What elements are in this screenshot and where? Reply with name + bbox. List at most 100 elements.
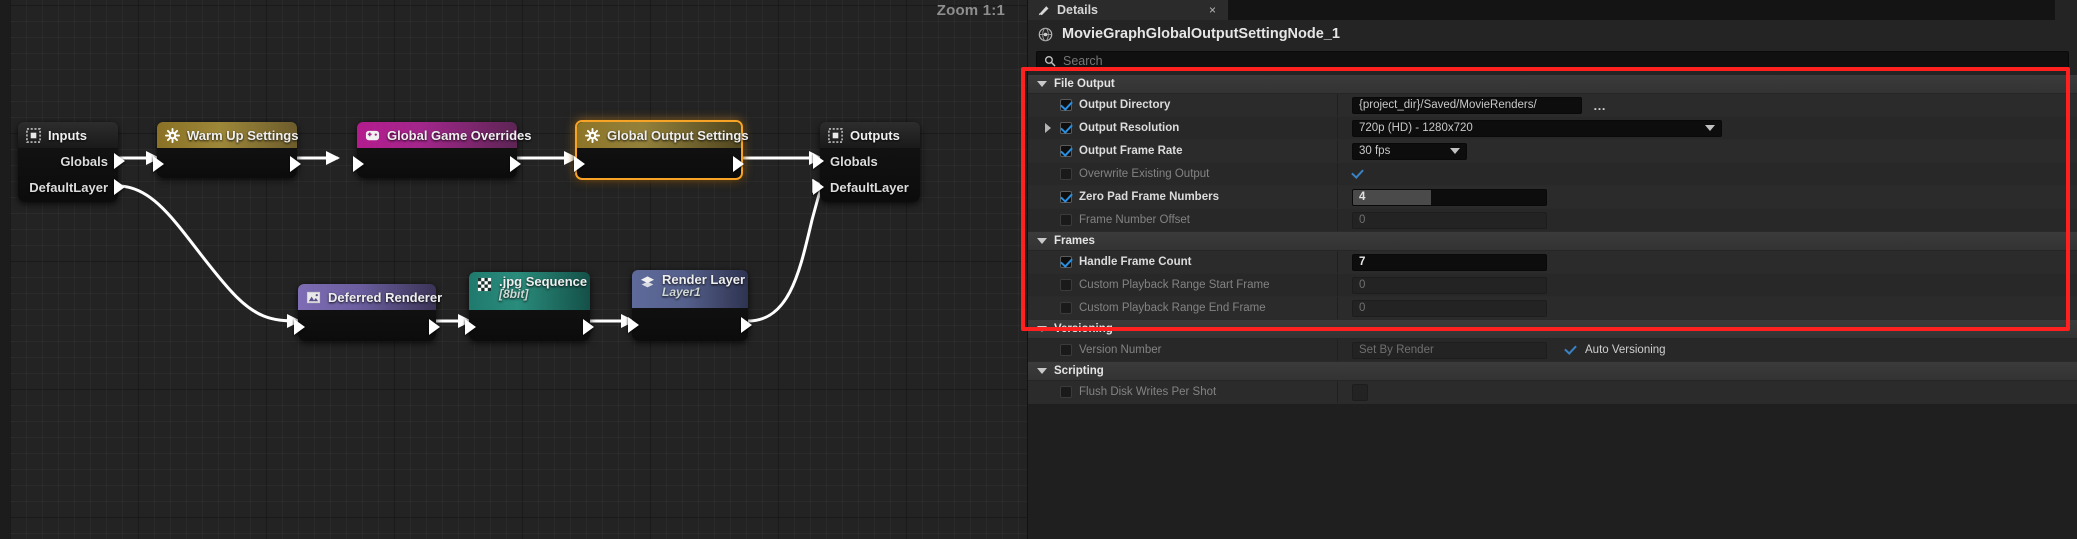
graph-node-warm-up-settings[interactable]: Warm Up Settings [153, 122, 301, 178]
node-title: Inputs [48, 127, 87, 143]
property-enable-checkbox[interactable] [1060, 386, 1072, 398]
property-row-overwrite-existing-output[interactable]: Overwrite Existing Output [1028, 163, 2077, 186]
property-enable-checkbox[interactable] [1060, 214, 1072, 226]
property-row-custom-playback-range-start-frame[interactable]: Custom Playback Range Start Frame 0 [1028, 274, 2077, 297]
node-header: .jpg Sequence [8bit] [469, 272, 590, 310]
chevron-down-icon[interactable] [1037, 368, 1047, 374]
property-name: Flush Disk Writes Per Shot [1079, 386, 1217, 398]
tab-details[interactable]: Details × [1028, 0, 1228, 20]
node-pin-row[interactable]: Globals [18, 148, 125, 174]
flush-disk-writes-per-shot-checkbox[interactable] [1352, 383, 1368, 401]
expander-slot[interactable] [1042, 123, 1053, 133]
browse-directory-button[interactable]: … [1590, 99, 1610, 112]
node-pin-row[interactable]: DefaultLayer [18, 174, 125, 200]
selected-object-row: MovieGraphGlobalOutputSettingNode_1 [1028, 20, 2077, 48]
output-pin-icon[interactable] [583, 319, 594, 335]
node-header: Render Layer Layer1 [632, 270, 748, 308]
graph-node-inputs[interactable]: Inputs Globals DefaultLayer [18, 122, 125, 202]
node-header: Inputs [18, 122, 118, 148]
property-name: Custom Playback Range Start Frame [1079, 279, 1270, 291]
property-row-handle-frame-count[interactable]: Handle Frame Count 7 [1028, 251, 2077, 274]
gamepad-icon [365, 128, 380, 143]
node-graph-canvas[interactable]: Zoom 1:1 Inputs Globals DefaultLayer War… [0, 0, 1027, 539]
close-icon[interactable]: × [1209, 3, 1216, 17]
property-row-frame-number-offset[interactable]: Frame Number Offset 0 [1028, 209, 2077, 232]
output-pin-icon[interactable] [290, 156, 301, 172]
output-pin-icon[interactable] [114, 179, 125, 195]
search-icon [1044, 55, 1056, 67]
node-header: Warm Up Settings [157, 122, 298, 148]
graph-node-jpg-sequence[interactable]: .jpg Sequence [8bit] [465, 272, 594, 341]
property-row-version-number[interactable]: Version Number Set By Render Auto Versio… [1028, 339, 2077, 362]
graph-node-render-layer[interactable]: Render Layer Layer1 [628, 270, 752, 341]
category-frames[interactable]: Frames [1028, 232, 2077, 251]
node-pin-row[interactable]: Globals [813, 148, 920, 174]
input-pin-icon[interactable] [574, 156, 585, 172]
property-enable-checkbox[interactable] [1060, 344, 1072, 356]
property-enable-checkbox[interactable] [1060, 256, 1072, 268]
input-pin-icon[interactable] [294, 319, 305, 335]
property-row-output-directory[interactable]: Output Directory {project_dir}/Saved/Mov… [1028, 94, 2077, 117]
property-row-flush-disk-writes-per-shot[interactable]: Flush Disk Writes Per Shot [1028, 381, 2077, 404]
graph-node-outputs[interactable]: Outputs Globals DefaultLayer [813, 122, 920, 202]
chevron-down-icon[interactable] [1037, 238, 1047, 244]
output-resolution-dropdown[interactable]: 720p (HD) - 1280x720 [1352, 119, 1722, 137]
output-directory-field[interactable]: {project_dir}/Saved/MovieRenders/ [1352, 96, 1582, 114]
property-enable-checkbox[interactable] [1060, 302, 1072, 314]
zero-pad-frame-numbers-slider[interactable]: 4 [1352, 188, 1547, 206]
node-pin-row[interactable]: DefaultLayer [813, 174, 920, 200]
chevron-right-icon[interactable] [1044, 123, 1051, 133]
handle-frame-count-field[interactable]: 7 [1352, 253, 1547, 271]
version-number-field[interactable]: Set By Render [1352, 341, 1547, 359]
panel-tab-bar: Details × [1028, 0, 2077, 20]
input-pin-icon[interactable] [628, 317, 639, 333]
node-body: Globals DefaultLayer [18, 148, 125, 200]
property-value-cell: 0 [1338, 297, 2077, 319]
custom-playback-range-end-frame-field[interactable]: 0 [1352, 299, 1547, 317]
overwrite-existing-output-checkbox[interactable] [1352, 168, 1364, 180]
input-pin-icon[interactable] [813, 179, 824, 195]
output-pin-icon[interactable] [429, 319, 440, 335]
output-pin-icon[interactable] [510, 156, 521, 172]
property-row-custom-playback-range-end-frame[interactable]: Custom Playback Range End Frame 0 [1028, 297, 2077, 320]
property-enable-checkbox[interactable] [1060, 279, 1072, 291]
custom-playback-range-start-frame-field[interactable]: 0 [1352, 276, 1547, 294]
property-value-cell: 30 fps [1338, 140, 2077, 162]
category-scripting[interactable]: Scripting [1028, 362, 2077, 381]
input-pin-icon[interactable] [353, 156, 364, 172]
property-enable-checkbox[interactable] [1060, 168, 1072, 180]
category-file-output[interactable]: File Output [1028, 75, 2077, 94]
property-enable-checkbox[interactable] [1060, 122, 1072, 134]
property-name: Custom Playback Range End Frame [1079, 302, 1266, 314]
output-frame-rate-dropdown[interactable]: 30 fps [1352, 142, 1467, 160]
property-row-zero-pad-frame-numbers[interactable]: Zero Pad Frame Numbers 4 [1028, 186, 2077, 209]
category-label: Frames [1054, 235, 1095, 247]
property-row-output-resolution[interactable]: Output Resolution 720p (HD) - 1280x720 [1028, 117, 2077, 140]
search-input[interactable]: Search [1036, 51, 2069, 71]
frame-number-offset-field[interactable]: 0 [1352, 211, 1547, 229]
auto-versioning-checkbox[interactable] [1565, 344, 1577, 356]
node-header: Outputs [820, 122, 920, 148]
graph-node-deferred-renderer[interactable]: Deferred Renderer [294, 284, 442, 341]
chevron-down-icon [1450, 148, 1460, 154]
output-pin-icon[interactable] [733, 156, 744, 172]
panel-menu-button[interactable] [2055, 0, 2077, 20]
input-pin-icon[interactable] [153, 156, 164, 172]
input-pin-icon[interactable] [813, 153, 824, 169]
property-enable-checkbox[interactable] [1060, 99, 1072, 111]
output-pin-icon[interactable] [741, 317, 752, 333]
category-versioning[interactable]: Versioning [1028, 320, 2077, 339]
graph-node-global-output-settings[interactable]: Global Output Settings [574, 120, 749, 180]
property-name: Overwrite Existing Output [1079, 168, 1210, 180]
property-enable-checkbox[interactable] [1060, 191, 1072, 203]
property-label-cell: Output Resolution [1028, 117, 1338, 139]
property-enable-checkbox[interactable] [1060, 145, 1072, 157]
property-value-cell [1338, 163, 2077, 185]
output-pin-icon[interactable] [114, 153, 125, 169]
property-list: File Output Output Directory {project_di… [1028, 75, 2077, 404]
input-pin-icon[interactable] [465, 319, 476, 335]
property-row-output-frame-rate[interactable]: Output Frame Rate 30 fps [1028, 140, 2077, 163]
chevron-down-icon[interactable] [1037, 81, 1047, 87]
chevron-down-icon[interactable] [1037, 326, 1047, 332]
graph-node-global-game-overrides[interactable]: Global Game Overrides [353, 122, 532, 178]
